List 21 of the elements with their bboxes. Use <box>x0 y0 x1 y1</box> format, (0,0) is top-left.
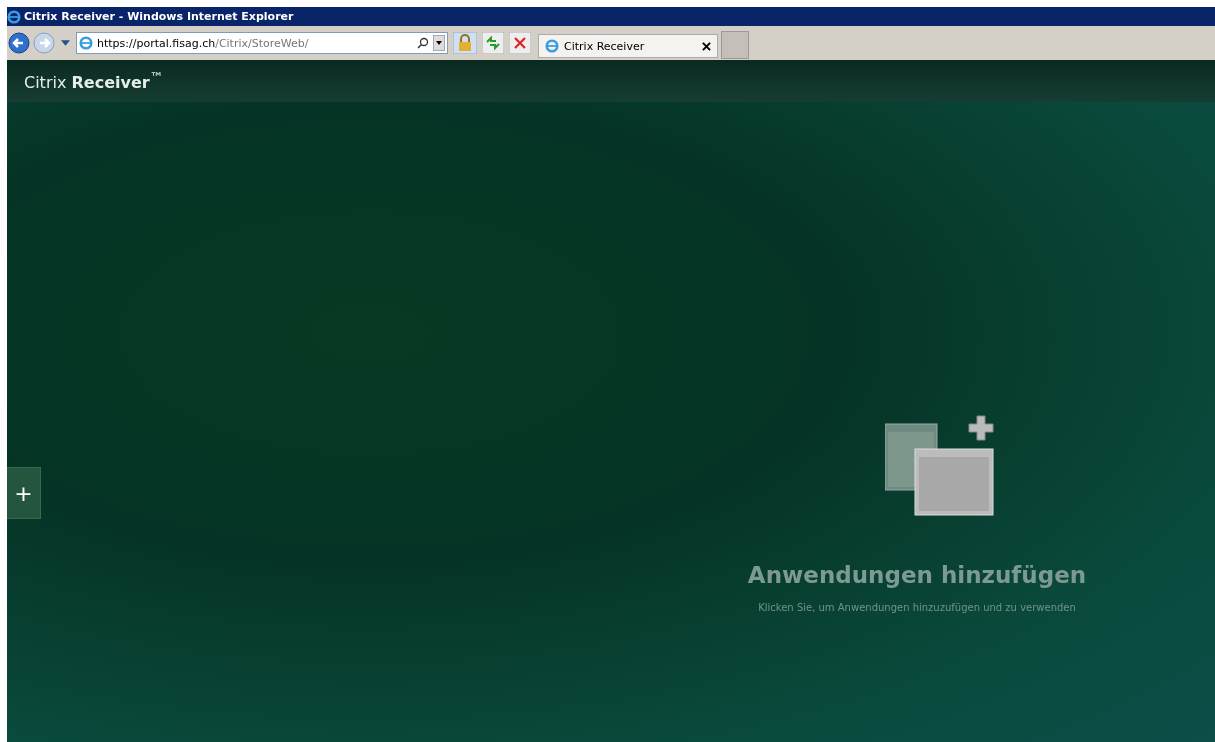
app-windows-icon <box>884 412 995 517</box>
stop-icon[interactable] <box>509 32 531 54</box>
browser-tab[interactable]: Citrix Receiver <box>538 34 718 58</box>
empty-subtitle: Klicken Sie, um Anwendungen hinzuzufügen und zu verwenden <box>758 602 1076 613</box>
tab-label: Citrix Receiver <box>564 39 646 53</box>
page-icon <box>79 36 93 50</box>
window-title: Citrix Receiver - Windows Internet Explorer <box>24 10 294 23</box>
url-text: https://portal.fisag.ch/Citrix/StoreWeb/ <box>97 36 310 50</box>
lock-icon[interactable] <box>453 32 477 54</box>
dropdown-button[interactable] <box>433 35 445 51</box>
page-icon <box>545 39 559 53</box>
logo-text: Citrix Receiver$^{™}$ <box>24 69 163 93</box>
empty-title: Anwendungen hinzufügen <box>747 562 1087 588</box>
refresh-icon[interactable] <box>482 32 504 54</box>
dropdown-arrow-icon[interactable] <box>61 40 70 46</box>
close-icon[interactable] <box>702 41 711 51</box>
back-button[interactable] <box>8 32 30 54</box>
add-button[interactable]: + <box>7 467 41 519</box>
search-icon[interactable] <box>417 37 429 49</box>
browser-logo-icon <box>7 9 21 24</box>
address-field[interactable]: https://portal.fisag.ch/Citrix/StoreWeb/ <box>76 32 448 54</box>
